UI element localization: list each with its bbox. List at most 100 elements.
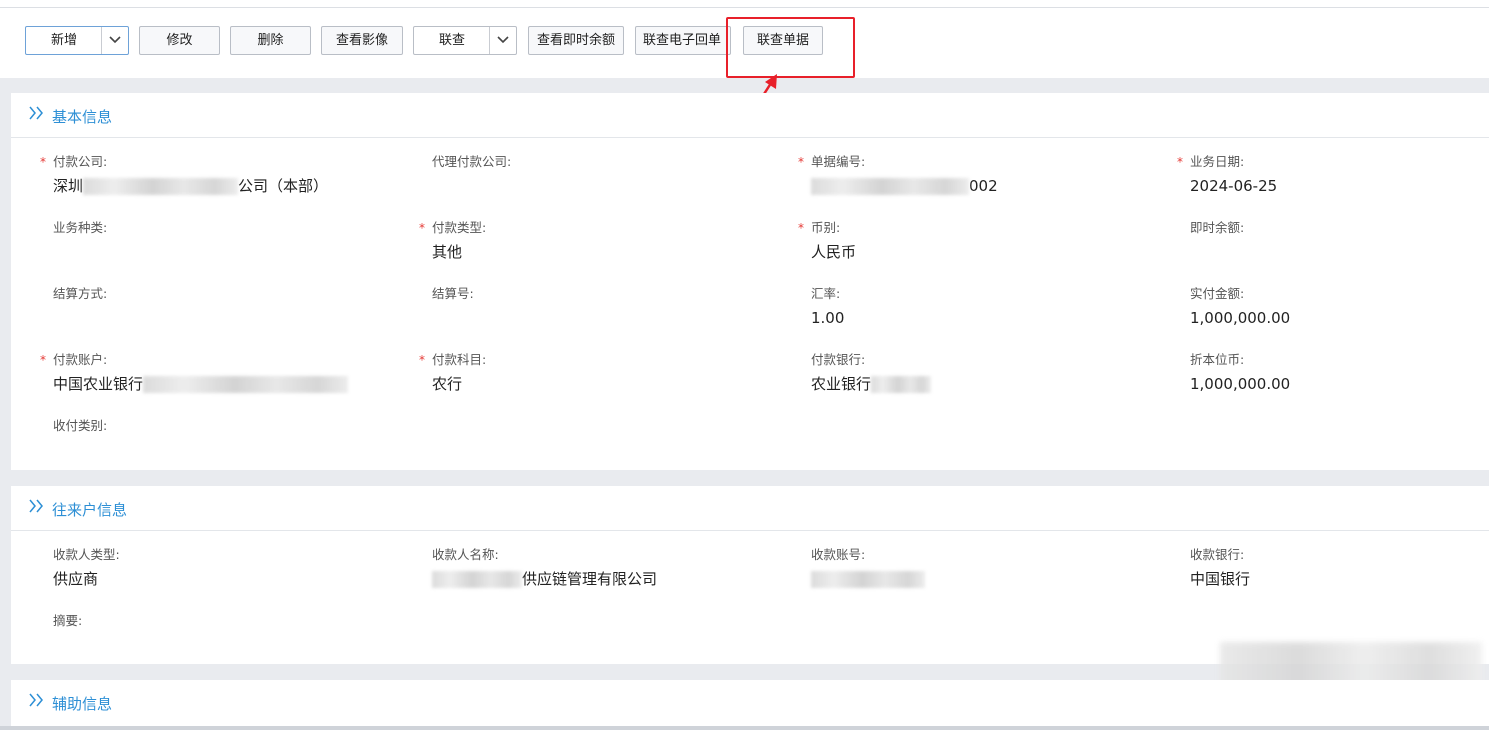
summary-label: 摘要: <box>53 613 83 628</box>
settle-method-value <box>53 307 413 329</box>
rate-value: 1.00 <box>811 309 845 327</box>
pay-bank-prefix: 农业银行 <box>811 375 872 393</box>
pay-type-label: 付款类型: <box>432 220 487 235</box>
payer-company-value: 深圳 公司（本部） <box>53 175 413 197</box>
basic-info-header[interactable]: 基本信息 <box>11 93 1489 138</box>
required-mark: * <box>40 155 46 169</box>
redacted-text <box>432 571 522 588</box>
payee-bank-label: 收款银行: <box>1190 547 1245 562</box>
doc-no-label: 单据编号: <box>811 154 866 169</box>
rt-balance-field: 即时余额: <box>1190 219 1489 263</box>
required-mark: * <box>40 353 46 367</box>
linked-query-button[interactable]: 联查 <box>413 26 517 55</box>
rt-balance-value <box>1190 241 1489 263</box>
e-receipt-button[interactable]: 联查电子回单 <box>635 26 731 55</box>
counterparty-title: 往来户信息 <box>52 501 128 519</box>
recv-pay-type-field: 收付类别: <box>53 417 413 461</box>
pay-type-field: * 付款类型: 其他 <box>419 219 792 263</box>
settle-no-label: 结算号: <box>432 286 474 301</box>
agent-payer-field: 代理付款公司: <box>432 153 792 197</box>
biz-date-field: * 业务日期: 2024-06-25 <box>1177 153 1489 197</box>
pay-bank-value: 农业银行 <box>811 373 1171 395</box>
currency-field: * 币别: 人民币 <box>798 219 1171 263</box>
currency-value: 人民币 <box>811 243 857 261</box>
settle-no-value <box>432 307 792 329</box>
required-mark: * <box>419 221 425 235</box>
rt-balance-label: 即时余额: <box>1190 220 1245 235</box>
double-chevron-icon <box>29 106 43 120</box>
required-mark: * <box>798 155 804 169</box>
required-mark: * <box>1177 155 1183 169</box>
payer-company-prefix: 深圳 <box>53 177 84 195</box>
payee-bank-value: 中国银行 <box>1190 570 1251 588</box>
currency-label: 币别: <box>811 220 841 235</box>
doc-no-value: 002 <box>811 175 1171 197</box>
biz-type-value <box>53 241 413 263</box>
payer-company-label: 付款公司: <box>53 154 108 169</box>
agent-payer-label: 代理付款公司: <box>432 154 512 169</box>
summary-value <box>53 634 413 656</box>
pay-account-prefix: 中国农业银行 <box>53 375 144 393</box>
aux-info-title: 辅助信息 <box>52 695 113 713</box>
chevron-down-icon[interactable] <box>489 27 516 54</box>
redacted-text <box>143 376 349 393</box>
aux-info-header[interactable]: 辅助信息 <box>11 680 1489 724</box>
payee-type-field: 收款人类型: 供应商 <box>53 546 413 590</box>
modify-button[interactable]: 修改 <box>139 26 220 55</box>
payee-name-value: 供应链管理有限公司 <box>432 568 792 590</box>
recv-pay-type-value <box>53 439 413 461</box>
pay-subject-label: 付款科目: <box>432 352 487 367</box>
add-button[interactable]: 新增 <box>25 26 129 55</box>
chevron-down-icon[interactable] <box>101 27 128 54</box>
payee-name-suffix: 供应链管理有限公司 <box>522 570 658 588</box>
view-image-button[interactable]: 查看影像 <box>321 26 403 55</box>
pay-account-field: * 付款账户: 中国农业银行 <box>40 351 413 395</box>
payee-name-field: 收款人名称: 供应链管理有限公司 <box>432 546 792 590</box>
delete-button[interactable]: 删除 <box>230 26 311 55</box>
payee-account-label: 收款账号: <box>811 547 866 562</box>
highlight-box <box>726 17 855 78</box>
agent-payer-value <box>432 175 792 197</box>
local-currency-field: 折本位币: 1,000,000.00 <box>1190 351 1489 395</box>
rate-label: 汇率: <box>811 286 841 301</box>
payee-bank-field: 收款银行: 中国银行 <box>1190 546 1489 590</box>
local-currency-label: 折本位币: <box>1190 352 1245 367</box>
counterparty-panel: 往来户信息 收款人类型: 供应商 收款人名称: 供应链管理有限公司 收款账号: … <box>11 486 1489 664</box>
summary-field: 摘要: <box>53 612 413 656</box>
payee-type-label: 收款人类型: <box>53 547 120 562</box>
basic-info-panel: 基本信息 * 付款公司: 深圳 公司（本部） 代理付款公司: * 单据编号: 00… <box>11 93 1489 470</box>
top-edge <box>0 0 1489 8</box>
redacted-text <box>871 376 932 393</box>
actual-amount-label: 实付金额: <box>1190 286 1245 301</box>
actual-amount-value: 1,000,000.00 <box>1190 309 1291 327</box>
realtime-balance-button[interactable]: 查看即时余额 <box>528 26 624 55</box>
double-chevron-icon <box>29 499 43 513</box>
payee-type-value: 供应商 <box>53 570 99 588</box>
local-currency-value: 1,000,000.00 <box>1190 375 1291 393</box>
settle-method-field: 结算方式: <box>53 285 413 329</box>
payee-account-value <box>811 568 1171 590</box>
doc-no-field: * 单据编号: 002 <box>798 153 1171 197</box>
pay-account-value: 中国农业银行 <box>53 373 413 395</box>
double-chevron-icon <box>29 693 43 707</box>
biz-type-field: 业务种类: <box>53 219 413 263</box>
pay-account-label: 付款账户: <box>53 352 108 367</box>
settle-method-label: 结算方式: <box>53 286 108 301</box>
actual-amount-field: 实付金额: 1,000,000.00 <box>1190 285 1489 329</box>
payee-account-field: 收款账号: <box>811 546 1171 590</box>
payer-company-suffix: 公司（本部） <box>238 177 329 195</box>
pay-type-value: 其他 <box>432 243 463 261</box>
pay-bank-field: 付款银行: 农业银行 <box>811 351 1171 395</box>
redacted-text <box>83 178 239 195</box>
counterparty-header[interactable]: 往来户信息 <box>11 486 1489 531</box>
recv-pay-type-label: 收付类别: <box>53 418 108 433</box>
redacted-text <box>811 178 969 195</box>
pay-subject-value: 农行 <box>432 375 463 393</box>
settle-no-field: 结算号: <box>432 285 792 329</box>
add-button-label: 新增 <box>50 33 77 48</box>
biz-date-label: 业务日期: <box>1190 154 1245 169</box>
pay-bank-label: 付款银行: <box>811 352 866 367</box>
basic-info-title: 基本信息 <box>52 108 113 126</box>
payee-name-label: 收款人名称: <box>432 547 499 562</box>
biz-type-label: 业务种类: <box>53 220 108 235</box>
